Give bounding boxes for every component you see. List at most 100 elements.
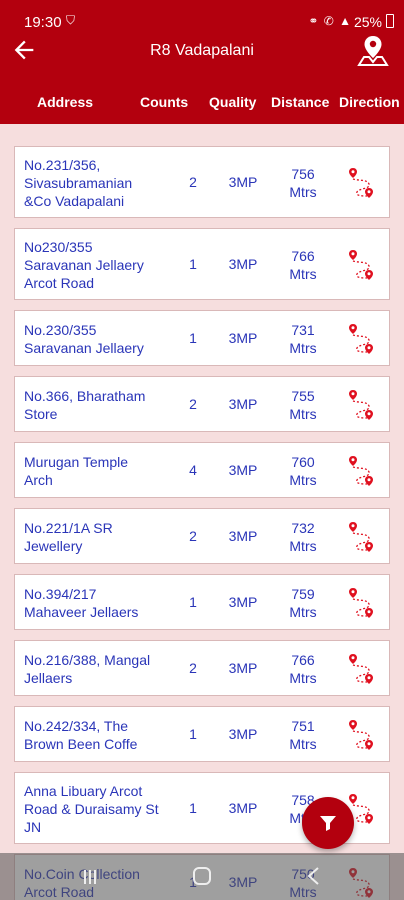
quality-value: 3MP (228, 256, 258, 272)
recent-apps-icon[interactable] (82, 869, 98, 885)
page-title: R8 Vadapalani (150, 42, 254, 59)
direction-route-icon[interactable] (347, 454, 375, 488)
address-text: No.366, Bharatham Store (24, 387, 164, 423)
address-line: No.221/1A SR (24, 520, 113, 536)
address-text: Anna Libuary Arcot Road & Duraisamy St JN (24, 782, 164, 836)
address-line: No.366, Bharatham (24, 388, 146, 404)
list-item[interactable]: No.230/355 Saravanan Jellaery 1 3MP 731 Mtrs (14, 310, 390, 366)
address-line: Jellaers (24, 670, 73, 686)
filter-button[interactable] (302, 797, 354, 849)
count-value: 1 (189, 330, 197, 346)
distance-line: 766 (291, 248, 315, 264)
filter-icon (320, 816, 336, 831)
quality-value: 3MP (228, 726, 258, 742)
quality-value: 3MP (228, 462, 258, 478)
list-item[interactable]: No.216/388, Mangal Jellaers 2 3MP 766 Mtrs (14, 640, 390, 696)
count-value: 1 (189, 800, 197, 816)
quality-value: 3MP (228, 800, 258, 816)
distance-value: 751 Mtrs (277, 717, 329, 753)
distance-line: 751 (291, 718, 315, 734)
column-header-address: Address (37, 94, 94, 110)
address-line: Arch (24, 472, 53, 488)
distance-line: 759 (291, 586, 315, 602)
address-line: JN (24, 819, 42, 835)
address-line: No.231/356, (24, 157, 101, 173)
direction-route-icon[interactable] (347, 248, 375, 282)
address-text: No.221/1A SR Jewellery (24, 519, 164, 555)
status-bar: 19:30 ⛉ ⚭ ✆ ▲ 25% (0, 0, 404, 34)
address-line: &Co Vadapalani (24, 193, 125, 209)
list-item[interactable]: Murugan Temple Arch 4 3MP 760 Mtrs (14, 442, 390, 498)
direction-route-icon[interactable] (347, 586, 375, 620)
list-item[interactable]: No230/355 Saravanan Jellaery Arcot Road 1 3M… (14, 228, 390, 300)
nav-back-icon[interactable] (306, 867, 320, 885)
distance-line: Mtrs (289, 472, 317, 488)
shield-icon: ⛉ (66, 13, 76, 27)
distance-line: Mtrs (289, 406, 317, 422)
address-text: No.216/388, Mangal Jellaers (24, 651, 164, 687)
address-text: No.231/356, Sivasubramanian &Co Vadapalani (24, 156, 164, 210)
count-value: 2 (189, 528, 197, 544)
direction-route-icon[interactable] (347, 652, 375, 686)
direction-route-icon[interactable] (347, 388, 375, 422)
distance-line: Mtrs (289, 340, 317, 356)
count-value: 1 (189, 594, 197, 610)
map-location-icon[interactable] (356, 34, 390, 68)
count-value: 1 (189, 726, 197, 742)
distance-value: 766 Mtrs (277, 247, 329, 283)
distance-line: 731 (291, 322, 315, 338)
quality-value: 3MP (228, 330, 258, 346)
home-icon[interactable] (193, 867, 211, 885)
distance-value: 756 Mtrs (277, 165, 329, 201)
battery-icon (386, 14, 394, 28)
list-item[interactable]: No.221/1A SR Jewellery 2 3MP 732 Mtrs (14, 508, 390, 564)
direction-route-icon[interactable] (347, 520, 375, 554)
address-text: No230/355 Saravanan Jellaery Arcot Road (24, 238, 164, 292)
distance-line: Mtrs (289, 736, 317, 752)
distance-value: 755 Mtrs (277, 387, 329, 423)
distance-value: 760 Mtrs (277, 453, 329, 489)
quality-value: 3MP (228, 594, 258, 610)
quality-value: 3MP (228, 174, 258, 190)
direction-route-icon[interactable] (347, 166, 375, 200)
distance-line: 766 (291, 652, 315, 668)
column-header-quality: Quality (209, 94, 257, 110)
column-header-counts: Counts (140, 94, 189, 110)
address-line: Brown Been Coffe (24, 736, 138, 752)
distance-value: 732 Mtrs (277, 519, 329, 555)
system-nav-bar (0, 853, 404, 900)
address-line: Anna Libuary Arcot (24, 783, 143, 799)
count-value: 4 (189, 462, 197, 478)
address-text: No.242/334, The Brown Been Coffe (24, 717, 164, 753)
camera-list: No.231/356, Sivasubramanian &Co Vadapalani… (14, 146, 390, 900)
status-time: 19:30 (24, 14, 62, 31)
direction-route-icon[interactable] (347, 718, 375, 752)
column-header-direction: Direction (339, 94, 400, 110)
address-text: No.394/217 Mahaveer Jellaers (24, 585, 164, 621)
distance-value: 766 Mtrs (277, 651, 329, 687)
network-icons: ⚭ ✆ ▲ (308, 14, 352, 28)
count-value: 2 (189, 396, 197, 412)
address-line: No230/355 (24, 239, 93, 255)
address-line: Mahaveer Jellaers (24, 604, 139, 620)
address-line: Store (24, 406, 58, 422)
battery-level: 25% (353, 14, 382, 30)
address-line: No.216/388, Mangal (24, 652, 151, 668)
count-value: 1 (189, 256, 197, 272)
count-value: 2 (189, 660, 197, 676)
distance-line: Mtrs (289, 184, 317, 200)
direction-route-icon[interactable] (347, 322, 375, 356)
column-header-distance: Distance (271, 94, 330, 110)
address-line: Road & Duraisamy St (24, 801, 159, 817)
distance-line: Mtrs (289, 266, 317, 282)
list-item[interactable]: No.394/217 Mahaveer Jellaers 1 3MP 759 Mtrs (14, 574, 390, 630)
list-item[interactable]: No.366, Bharatham Store 2 3MP 755 Mtrs (14, 376, 390, 432)
distance-line: 732 (291, 520, 315, 536)
distance-line: Mtrs (289, 538, 317, 554)
list-item[interactable]: No.231/356, Sivasubramanian &Co Vadapalani… (14, 146, 390, 218)
address-line: No.394/217 (24, 586, 97, 602)
list-item[interactable]: No.242/334, The Brown Been Coffe 1 3MP 751 Mt… (14, 706, 390, 762)
address-line: Saravanan Jellaery (24, 257, 144, 273)
quality-value: 3MP (228, 528, 258, 544)
distance-line: 760 (291, 454, 315, 470)
